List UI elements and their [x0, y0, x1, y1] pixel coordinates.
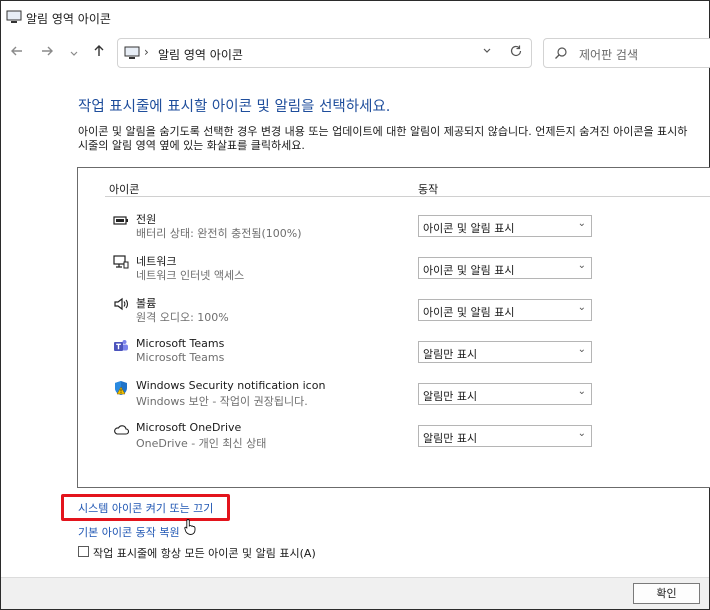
- address-bar[interactable]: › 알림 영역 아이콘: [117, 38, 532, 68]
- highlight-box: [61, 494, 230, 521]
- chevron-down-icon: [70, 51, 78, 56]
- always-show-all-checkbox[interactable]: [78, 546, 89, 557]
- chevron-down-icon: ⌄: [577, 302, 586, 313]
- search-input[interactable]: 제어판 검색: [579, 46, 638, 63]
- dialog-footer: [1, 577, 709, 609]
- title-bar: 알림 영역 아이콘: [1, 1, 709, 35]
- list-item: Microsoft OneDrive OneDrive - 개인 최신 상태 알…: [78, 420, 710, 462]
- arrow-right-icon: [42, 46, 53, 56]
- item-name: Windows Security notification icon: [136, 379, 326, 392]
- monitor-icon: [124, 46, 140, 59]
- list-item: 네트워크 네트워크 인터넷 액세스 아이콘 및 알림 표시 ⌄: [78, 252, 710, 294]
- volume-icon: [114, 297, 129, 311]
- address-dropdown-button[interactable]: [482, 45, 492, 58]
- search-icon: [555, 47, 567, 59]
- chevron-down-icon: ⌄: [577, 428, 586, 439]
- action-dropdown[interactable]: 알림만 표시 ⌄: [418, 383, 592, 405]
- chevron-down-icon: ⌄: [577, 260, 586, 271]
- description-line: 아이콘 및 알림을 숨기도록 선택한 경우 변경 내용 또는 업데이트에 대한 …: [78, 125, 688, 138]
- refresh-icon: [510, 45, 522, 57]
- item-status: Microsoft Teams: [136, 351, 225, 364]
- action-dropdown[interactable]: 아이콘 및 알림 표시 ⌄: [418, 215, 592, 237]
- item-status: OneDrive - 개인 최신 상태: [136, 437, 267, 450]
- battery-icon: [113, 216, 128, 225]
- recent-locations-button[interactable]: [65, 44, 83, 62]
- breadcrumb[interactable]: 알림 영역 아이콘: [158, 46, 243, 63]
- icon-list-panel: 아이콘 동작 전원 배터리 상태: 완전히 충전됨(100%) 아이콘 및 알림…: [77, 167, 710, 488]
- back-button[interactable]: [8, 44, 26, 62]
- list-item: 볼륨 원격 오디오: 100% 아이콘 및 알림 표시 ⌄: [78, 294, 710, 336]
- arrow-left-icon: [11, 46, 22, 56]
- up-button[interactable]: [90, 44, 108, 62]
- network-icon: [113, 255, 129, 269]
- chevron-down-icon: [483, 48, 491, 53]
- list-item: 전원 배터리 상태: 완전히 충전됨(100%) 아이콘 및 알림 표시 ⌄: [78, 210, 710, 252]
- item-status: 원격 오디오: 100%: [136, 311, 229, 324]
- item-name: Microsoft Teams: [136, 337, 225, 350]
- restore-default-link[interactable]: 기본 아이콘 동작 복원: [78, 524, 180, 540]
- teams-icon: [114, 340, 128, 351]
- action-dropdown[interactable]: 아이콘 및 알림 표시 ⌄: [418, 257, 592, 279]
- dropdown-value: 아이콘 및 알림 표시: [423, 222, 515, 235]
- item-status: Windows 보안 - 작업이 권장됩니다.: [136, 395, 308, 408]
- header-divider: [105, 196, 710, 197]
- dropdown-value: 알림만 표시: [423, 390, 478, 403]
- dropdown-value: 알림만 표시: [423, 348, 478, 361]
- onedrive-cloud-icon: [114, 425, 129, 435]
- refresh-button[interactable]: [509, 44, 523, 62]
- item-name: Microsoft OneDrive: [136, 421, 242, 434]
- list-item: Windows Security notification icon Windo…: [78, 378, 710, 420]
- description-line: 시줄의 알림 영역 옆에 있는 화살표를 클릭하세요.: [78, 139, 305, 152]
- item-status: 네트워크 인터넷 액세스: [136, 269, 245, 282]
- hand-cursor-icon: [184, 519, 196, 535]
- chevron-down-icon: ⌄: [577, 218, 586, 229]
- breadcrumb-separator: ›: [144, 45, 149, 59]
- ok-button[interactable]: 확인: [633, 583, 700, 604]
- page-title: 작업 표시줄에 표시할 아이콘 및 알림을 선택하세요.: [78, 99, 391, 115]
- column-header-action: 동작: [418, 183, 439, 196]
- monitor-icon: [6, 10, 22, 23]
- checkbox-label: 작업 표시줄에 항상 모든 아이콘 및 알림 표시(A): [93, 547, 316, 560]
- column-header-icon: 아이콘: [109, 183, 140, 196]
- page-description: 아이콘 및 알림을 숨기도록 선택한 경우 변경 내용 또는 업데이트에 대한 …: [78, 125, 710, 153]
- dropdown-value: 아이콘 및 알림 표시: [423, 306, 515, 319]
- navigation-bar: › 알림 영역 아이콘 제어판 검색: [1, 35, 710, 73]
- window-title: 알림 영역 아이콘: [26, 12, 111, 26]
- item-status: 배터리 상태: 완전히 충전됨(100%): [136, 227, 302, 240]
- action-dropdown[interactable]: 아이콘 및 알림 표시 ⌄: [418, 299, 592, 321]
- list-item: Microsoft Teams Microsoft Teams 알림만 표시 ⌄: [78, 336, 710, 378]
- chevron-down-icon: ⌄: [577, 386, 586, 397]
- search-box[interactable]: 제어판 검색: [543, 38, 710, 68]
- forward-button[interactable]: [38, 44, 56, 62]
- action-dropdown[interactable]: 알림만 표시 ⌄: [418, 341, 592, 363]
- dropdown-value: 아이콘 및 알림 표시: [423, 264, 515, 277]
- security-shield-icon: [115, 381, 127, 395]
- chevron-down-icon: ⌄: [577, 344, 586, 355]
- dropdown-value: 알림만 표시: [423, 432, 478, 445]
- action-dropdown[interactable]: 알림만 표시 ⌄: [418, 425, 592, 447]
- arrow-up-icon: [94, 45, 104, 56]
